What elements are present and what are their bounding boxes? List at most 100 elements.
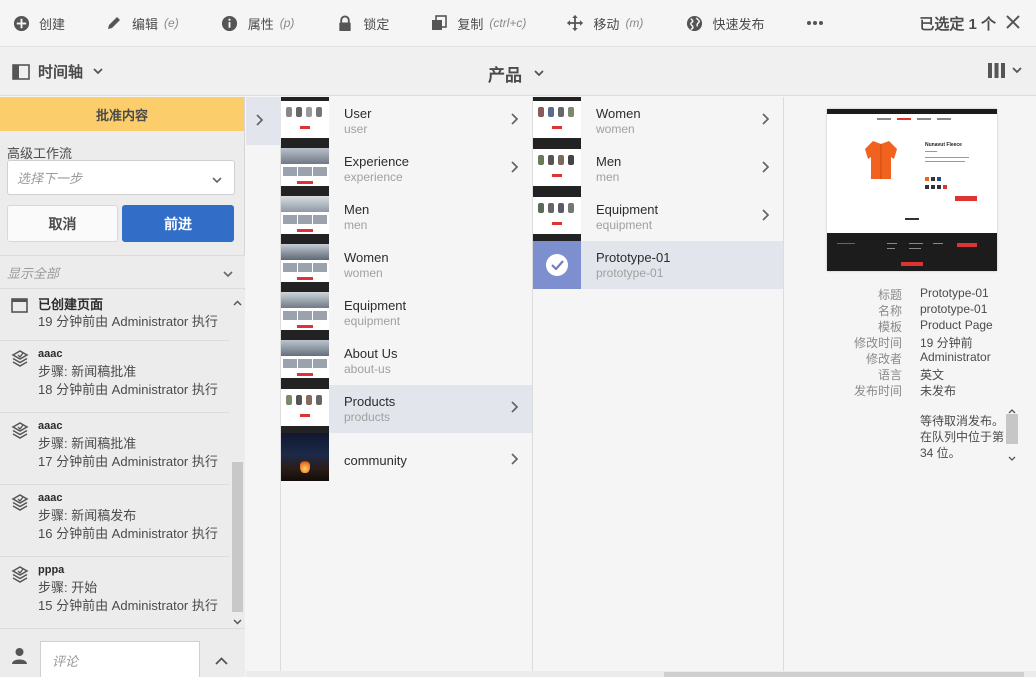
list-item-user[interactable]: User user (281, 97, 532, 145)
status-line: 等待取消发布。 (920, 414, 1005, 428)
edit-button[interactable]: 编辑 (e) (105, 0, 179, 47)
item-title: community (344, 453, 407, 468)
chevron-up-icon[interactable] (233, 294, 242, 309)
item-name: prototype-01 (596, 266, 664, 280)
item-name: men (596, 170, 620, 184)
timeline-item[interactable]: aaac 步骤: 新闻稿批准 18 分钟前由 Administrator 执行 (0, 341, 229, 413)
filter-label: 显示全部 (7, 265, 60, 281)
breadcrumb[interactable]: 产品 (488, 61, 544, 86)
list-item-men[interactable]: Men men (533, 145, 783, 193)
timeline-title: pppa (38, 564, 65, 576)
item-name: women (596, 122, 635, 136)
item-title: Women (596, 106, 641, 121)
thumbnail (281, 145, 329, 193)
page-icon (11, 298, 29, 316)
chevron-right-icon[interactable] (762, 113, 770, 128)
thumbnail (281, 289, 329, 337)
timeline-item[interactable]: pppa 步骤: 开始 15 分钟前由 Administrator 执行 (0, 557, 229, 628)
create-label: 创建 (39, 16, 66, 32)
move-shortcut: (m) (625, 16, 644, 30)
chevron-down-icon (534, 70, 544, 77)
item-name: women (344, 266, 383, 280)
chevron-right-icon[interactable] (762, 161, 770, 176)
thumbnail (533, 145, 581, 193)
chevron-right-icon[interactable] (511, 401, 519, 416)
timeline-item[interactable]: 已创建页面 19 分钟前由 Administrator 执行 (0, 290, 229, 341)
timeline-filter[interactable]: 显示全部 (0, 255, 245, 289)
timeline-detail: 15 分钟前由 Administrator 执行 (38, 598, 218, 613)
thumbnail (281, 433, 329, 481)
cancel-button[interactable]: 取消 (7, 205, 118, 242)
more-button[interactable] (806, 0, 833, 47)
close-icon[interactable] (1004, 13, 1024, 33)
column-view-icon (988, 63, 1005, 78)
pencil-icon (105, 14, 123, 32)
timeline-item[interactable]: aaac 步骤: 新闻稿批准 17 分钟前由 Administrator 执行 (0, 413, 229, 485)
thumbnail (533, 241, 581, 289)
list-item-women[interactable]: Women women (281, 241, 532, 289)
rail-toggle-button[interactable]: 时间轴 (12, 61, 103, 82)
comment-input[interactable]: 评论 (40, 641, 200, 677)
user-icon (11, 647, 28, 667)
comment-bar: 评论 (0, 628, 245, 677)
list-item-prototype-01[interactable]: Prototype-01 prototype-01 (533, 241, 783, 289)
chevron-right-icon[interactable] (511, 161, 519, 176)
list-item-equipment[interactable]: Equipment equipment (281, 289, 532, 337)
scrollbar-thumb[interactable] (232, 462, 243, 612)
chevron-up-icon[interactable] (215, 653, 228, 668)
chevron-right-icon[interactable] (511, 113, 519, 128)
chevron-down-icon[interactable] (1008, 449, 1016, 464)
properties-button[interactable]: 属性 (p) (221, 0, 295, 47)
chevron-right-icon[interactable] (762, 209, 770, 224)
publish-status: 等待取消发布。 在队列中位于第 34 位。 (920, 413, 1018, 461)
copy-button[interactable]: 复制 (ctrl+c) (430, 0, 526, 47)
thumbnail (281, 337, 329, 385)
properties-shortcut: (p) (279, 16, 295, 30)
item-name: men (344, 218, 368, 232)
item-name: about-us (344, 362, 391, 376)
chevron-right-icon[interactable] (511, 453, 519, 468)
list-item-about-us[interactable]: About Us about-us (281, 337, 532, 385)
lock-button[interactable]: 锁定 (336, 0, 389, 47)
more-icon (806, 14, 824, 32)
list-item-community[interactable]: community (281, 433, 532, 489)
status-scrollbar[interactable] (1005, 401, 1019, 461)
checkmark-icon[interactable] (546, 254, 568, 276)
workflow-step-select[interactable]: 选择下一步 (7, 160, 235, 195)
horizontal-scrollbar[interactable] (246, 671, 1036, 677)
list-item-equipment[interactable]: Equipment equipment (533, 193, 783, 241)
chevron-right-icon[interactable] (256, 114, 264, 129)
timeline-scrollbar[interactable] (230, 290, 245, 628)
timeline-title: 已创建页面 (38, 297, 104, 312)
product-title: Nunavut Fleece (925, 142, 962, 148)
item-name: equipment (596, 218, 653, 232)
view-switcher[interactable] (988, 63, 1022, 78)
list-item-women[interactable]: Women women (533, 97, 783, 145)
item-title: Experience (344, 154, 410, 169)
timeline-item[interactable]: aaac 步骤: 新闻稿发布 16 分钟前由 Administrator 执行 (0, 485, 229, 557)
chevron-down-icon (93, 68, 103, 75)
timeline-title: aaac (38, 348, 63, 360)
list-item-men[interactable]: Men men (281, 193, 532, 241)
item-title: Men (596, 154, 622, 169)
advance-button[interactable]: 前进 (122, 205, 234, 242)
timeline-detail: 18 分钟前由 Administrator 执行 (38, 382, 218, 397)
scrollbar-thumb[interactable] (664, 672, 1024, 677)
item-title: User (344, 106, 372, 121)
move-button[interactable]: 移动 (m) (566, 0, 643, 47)
timeline-title: aaac (38, 420, 63, 432)
status-line: 34 位。 (920, 446, 961, 460)
create-button[interactable]: 创建 (12, 0, 65, 47)
meta-key: 模板 (877, 320, 902, 334)
chevron-down-icon[interactable] (233, 613, 242, 628)
list-item-experience[interactable]: Experience experience (281, 145, 532, 193)
item-title: Men (344, 202, 370, 217)
scrollbar-thumb[interactable] (1006, 414, 1018, 444)
quick-publish-button[interactable]: 快速发布 (685, 0, 764, 47)
list-item-products[interactable]: Products products (281, 385, 532, 433)
thumbnail (281, 385, 329, 433)
parent-item[interactable] (246, 97, 281, 145)
lock-icon (336, 14, 354, 32)
edit-label: 编辑 (132, 16, 159, 32)
meta-key: 名称 (877, 304, 902, 318)
